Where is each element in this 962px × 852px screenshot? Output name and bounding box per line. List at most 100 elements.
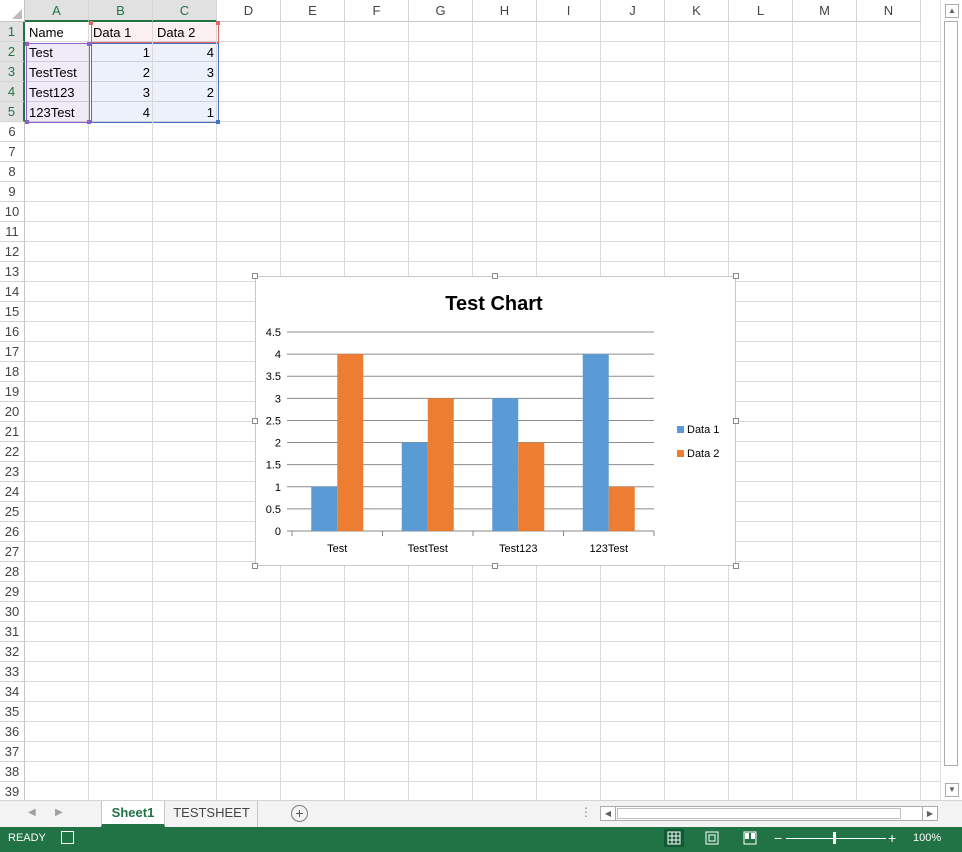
zoom-slider-thumb[interactable] xyxy=(833,832,836,844)
column-header-n[interactable]: N xyxy=(857,0,921,22)
column-header-m[interactable]: M xyxy=(793,0,857,22)
chart-resize-handle[interactable] xyxy=(252,563,258,569)
chart-resize-handle[interactable] xyxy=(733,418,739,424)
row-header-38[interactable]: 38 xyxy=(0,762,25,782)
table-cell[interactable]: 4 xyxy=(154,43,217,62)
row-header-20[interactable]: 20 xyxy=(0,402,25,422)
row-header-33[interactable]: 33 xyxy=(0,662,25,682)
range-handle[interactable] xyxy=(216,120,220,124)
scroll-left-arrow-icon[interactable]: ◀ xyxy=(601,807,616,820)
table-header-cell[interactable]: Name xyxy=(26,23,89,42)
row-header-10[interactable]: 10 xyxy=(0,202,25,222)
row-header-29[interactable]: 29 xyxy=(0,582,25,602)
row-header-12[interactable]: 12 xyxy=(0,242,25,262)
scroll-up-arrow-icon[interactable]: ▲ xyxy=(945,4,959,18)
row-header-24[interactable]: 24 xyxy=(0,482,25,502)
table-cell[interactable]: 2 xyxy=(90,63,153,82)
vertical-scrollbar[interactable]: ▲ ▼ xyxy=(940,0,962,800)
scroll-down-arrow-icon[interactable]: ▼ xyxy=(945,783,959,797)
range-handle[interactable] xyxy=(25,120,29,124)
horizontal-scroll-thumb[interactable] xyxy=(617,808,901,819)
page-layout-view-button[interactable] xyxy=(702,829,722,847)
column-header-e[interactable]: E xyxy=(281,0,345,22)
table-cell[interactable]: TestTest xyxy=(26,63,89,82)
table-header-cell[interactable]: Data 1 xyxy=(90,23,153,42)
range-handle[interactable] xyxy=(87,42,91,46)
column-header-b[interactable]: B xyxy=(89,0,153,22)
table-cell[interactable]: 1 xyxy=(154,103,217,122)
row-header-27[interactable]: 27 xyxy=(0,542,25,562)
chart-resize-handle[interactable] xyxy=(252,273,258,279)
normal-view-button[interactable] xyxy=(664,829,684,847)
row-header-5[interactable]: 5 xyxy=(0,102,25,122)
row-header-4[interactable]: 4 xyxy=(0,82,25,102)
table-cell[interactable]: 2 xyxy=(154,83,217,102)
row-header-35[interactable]: 35 xyxy=(0,702,25,722)
row-header-36[interactable]: 36 xyxy=(0,722,25,742)
zoom-out-icon[interactable]: − xyxy=(774,827,782,849)
range-handle[interactable] xyxy=(25,42,29,46)
column-header-j[interactable]: J xyxy=(601,0,665,22)
column-header-i[interactable]: I xyxy=(537,0,601,22)
macro-recording-icon[interactable] xyxy=(61,831,74,844)
row-header-32[interactable]: 32 xyxy=(0,642,25,662)
row-header-14[interactable]: 14 xyxy=(0,282,25,302)
column-header-d[interactable]: D xyxy=(217,0,281,22)
chart-resize-handle[interactable] xyxy=(492,563,498,569)
column-header-g[interactable]: G xyxy=(409,0,473,22)
row-header-22[interactable]: 22 xyxy=(0,442,25,462)
row-header-21[interactable]: 21 xyxy=(0,422,25,442)
tab-scroll-right-icon[interactable]: ▶ xyxy=(55,807,63,818)
worksheet-grid[interactable]: ABCDEFGHIJKLMN 1 2 3 4 5 6 7 8 9 10 11 12 13 14 15 16 17… xyxy=(0,0,962,800)
range-handle[interactable] xyxy=(216,21,220,25)
row-header-8[interactable]: 8 xyxy=(0,162,25,182)
row-header-37[interactable]: 37 xyxy=(0,742,25,762)
row-header-25[interactable]: 25 xyxy=(0,502,25,522)
table-header-cell[interactable]: Data 2 xyxy=(154,23,217,42)
row-header-7[interactable]: 7 xyxy=(0,142,25,162)
row-header-17[interactable]: 17 xyxy=(0,342,25,362)
row-header-19[interactable]: 19 xyxy=(0,382,25,402)
tab-scroll-left-icon[interactable]: ◀ xyxy=(28,807,36,818)
row-header-30[interactable]: 30 xyxy=(0,602,25,622)
page-break-preview-button[interactable] xyxy=(740,829,760,847)
scroll-right-arrow-icon[interactable]: ▶ xyxy=(922,807,937,820)
table-cell[interactable]: Test123 xyxy=(26,83,89,102)
row-header-9[interactable]: 9 xyxy=(0,182,25,202)
table-cell[interactable]: 3 xyxy=(90,83,153,102)
zoom-slider[interactable] xyxy=(786,838,886,839)
row-header-15[interactable]: 15 xyxy=(0,302,25,322)
row-header-31[interactable]: 31 xyxy=(0,622,25,642)
table-cell[interactable]: 123Test xyxy=(26,103,89,122)
row-header-6[interactable]: 6 xyxy=(0,122,25,142)
chart-resize-handle[interactable] xyxy=(733,273,739,279)
tab-sheet1[interactable]: Sheet1 xyxy=(101,801,165,827)
range-handle[interactable] xyxy=(87,120,91,124)
column-header-l[interactable]: L xyxy=(729,0,793,22)
row-header-13[interactable]: 13 xyxy=(0,262,25,282)
column-header-k[interactable]: K xyxy=(665,0,729,22)
row-header-3[interactable]: 3 xyxy=(0,62,25,82)
row-header-26[interactable]: 26 xyxy=(0,522,25,542)
row-header-1[interactable]: 1 xyxy=(0,22,25,42)
chart-object[interactable]: Test Chart 0 0.5 1 1.5 2 2.5 3 3.5 4 4.5 Test TestTe… xyxy=(255,276,736,566)
zoom-in-icon[interactable]: + xyxy=(888,827,896,849)
row-header-39[interactable]: 39 xyxy=(0,782,25,800)
row-header-11[interactable]: 11 xyxy=(0,222,25,242)
select-all-button[interactable] xyxy=(0,0,25,22)
horizontal-scrollbar[interactable]: ◀ ▶ xyxy=(600,806,938,821)
column-header-f[interactable]: F xyxy=(345,0,409,22)
row-header-28[interactable]: 28 xyxy=(0,562,25,582)
row-header-34[interactable]: 34 xyxy=(0,682,25,702)
row-header-2[interactable]: 2 xyxy=(0,42,25,62)
row-header-23[interactable]: 23 xyxy=(0,462,25,482)
row-header-16[interactable]: 16 xyxy=(0,322,25,342)
tab-splitter-handle[interactable]: ⋮ xyxy=(580,805,592,819)
column-header-a[interactable]: A xyxy=(25,0,89,22)
table-cell[interactable]: 1 xyxy=(90,43,153,62)
chart-resize-handle[interactable] xyxy=(252,418,258,424)
table-cell[interactable]: 3 xyxy=(154,63,217,82)
range-handle[interactable] xyxy=(89,21,93,25)
table-cell[interactable]: Test xyxy=(26,43,89,62)
plus-circle-icon[interactable]: + xyxy=(291,805,308,822)
